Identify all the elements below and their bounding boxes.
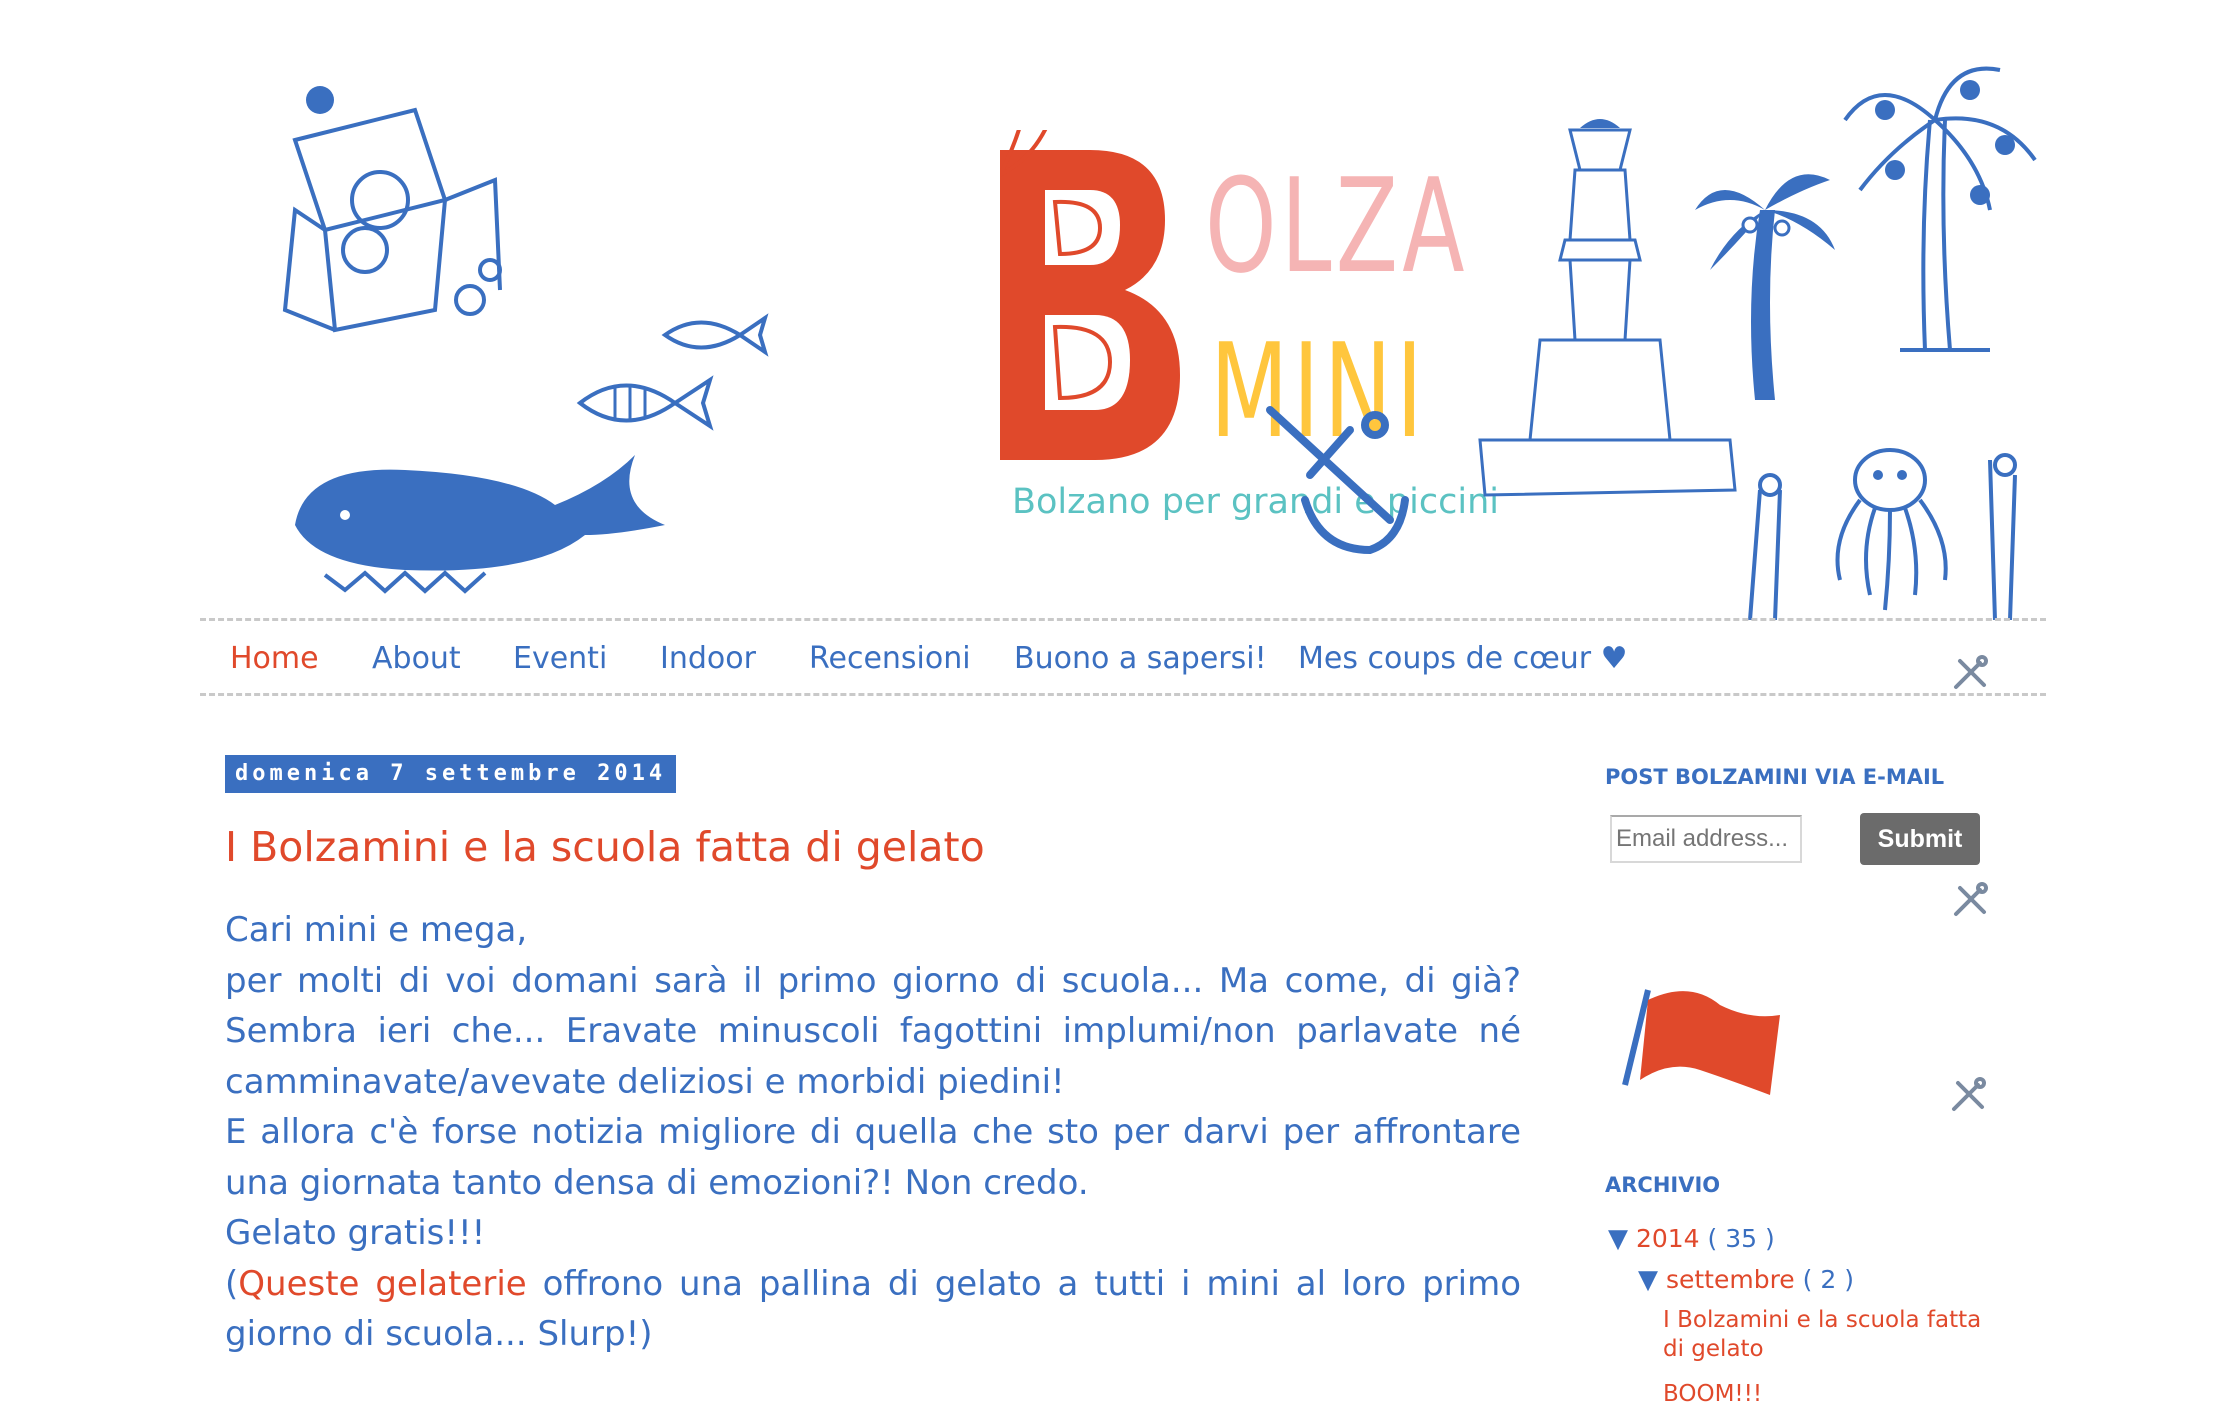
archive-month-count: ( 2 ) [1802, 1265, 1854, 1294]
post-line: (Queste gelaterie offrono una pallina di… [225, 1259, 1521, 1360]
nav-about[interactable]: About [372, 641, 461, 676]
gelaterie-link[interactable]: Queste gelaterie [238, 1264, 526, 1304]
logo-olza: OLZA [1205, 150, 1469, 302]
fish-illustration-2 [576, 375, 714, 431]
whale-illustration [295, 455, 665, 594]
submit-button[interactable]: Submit [1860, 813, 1980, 865]
archive-heading: ARCHIVIO [1605, 1173, 1721, 1197]
nav-indoor[interactable]: Indoor [660, 641, 756, 676]
triangle-down-icon[interactable]: ▼ [1638, 1265, 1658, 1295]
archive-year-label[interactable]: 2014 [1636, 1224, 1700, 1253]
archive-post-link[interactable]: I Bolzamini e la scuola fatta di gelato [1663, 1306, 1993, 1364]
post-line: per molti di voi domani sarà il primo gi… [225, 960, 1521, 1102]
nav-eventi[interactable]: Eventi [513, 641, 607, 676]
nav-mes-coups-de-coeur[interactable]: Mes coups de cœur ♥ [1298, 641, 1628, 676]
triangle-down-icon[interactable]: ▼ [1608, 1224, 1628, 1254]
post-body: Cari mini e mega, per molti di voi doman… [225, 905, 1521, 1360]
edit-tools-icon[interactable] [1950, 880, 1990, 920]
post-date: domenica 7 settembre 2014 [225, 755, 677, 793]
treasure-chest-illustration [282, 86, 502, 333]
archive-month-label[interactable]: settembre [1666, 1265, 1795, 1294]
post-line: Cari mini e mega, [225, 910, 528, 950]
page: OLZA MINI Bolzano per grandi e piccini H… [0, 0, 2234, 1408]
nav-recensioni[interactable]: Recensioni [809, 641, 971, 676]
edit-tools-icon[interactable] [1950, 653, 1990, 693]
octopus-illustration [1748, 448, 2017, 620]
archive-post-label[interactable]: I Bolzamini e la scuola fatta di gelato [1663, 1307, 1981, 1362]
post-line: Gelato gratis!!! [225, 1213, 486, 1253]
email-subscribe-heading: POST BOLZAMINI VIA E-MAIL [1605, 765, 1945, 789]
paren-open: ( [225, 1263, 239, 1304]
archive-year-count: ( 35 ) [1707, 1224, 1775, 1253]
archive-post-link[interactable]: BOOM!!! [1663, 1380, 1993, 1409]
archive-year[interactable]: ▼ 2014 ( 35 ) [1608, 1224, 1775, 1254]
palm-tree-illustration [1695, 174, 1835, 400]
edit-tools-icon[interactable] [1948, 1075, 1988, 1115]
fish-illustration [661, 313, 769, 357]
archive-post-label[interactable]: BOOM!!! [1663, 1381, 1762, 1407]
post-title[interactable]: I Bolzamini e la scuola fatta di gelato [225, 823, 985, 871]
main-navigation: Home About Eventi Indoor Recensioni Buon… [200, 618, 2046, 696]
nav-buono-a-sapersi[interactable]: Buono a sapersi! [1014, 641, 1267, 676]
red-flag-icon [1622, 989, 1780, 1095]
palm-tree-illustration-2 [1843, 66, 2037, 352]
archive-month[interactable]: ▼ settembre ( 2 ) [1638, 1265, 1854, 1295]
anchor-illustration [1266, 406, 1409, 555]
post-line: E allora c'è forse notizia migliore di q… [225, 1112, 1521, 1203]
nav-home[interactable]: Home [230, 641, 319, 676]
blog-header[interactable]: OLZA MINI Bolzano per grandi e piccini [200, 0, 2046, 620]
email-address-input[interactable] [1610, 815, 1802, 863]
